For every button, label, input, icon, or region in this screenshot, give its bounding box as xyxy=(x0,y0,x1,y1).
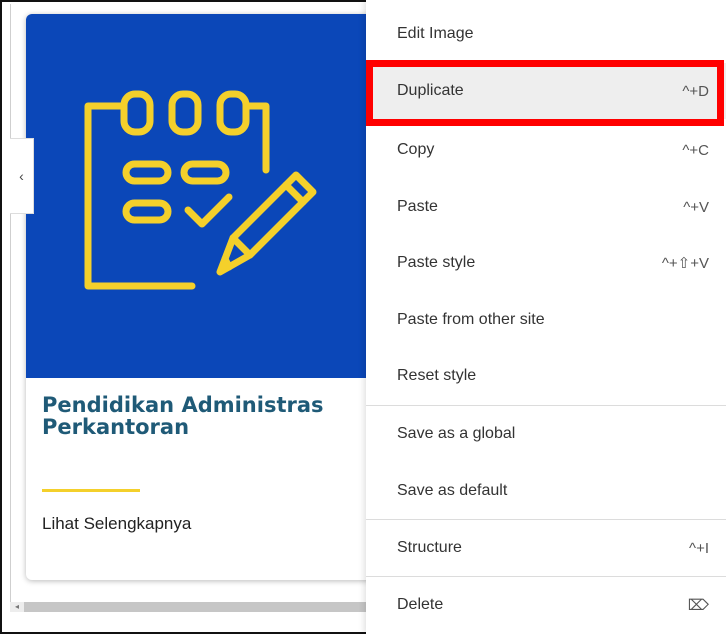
menu-item-label: Copy xyxy=(397,141,435,158)
menu-item-label: Paste from other site xyxy=(397,311,545,328)
horizontal-scrollbar[interactable] xyxy=(10,602,370,612)
chevron-left-icon: ‹ xyxy=(19,168,24,184)
menu-item-label: Save as default xyxy=(397,482,508,499)
menu-item-paste-from-other-site[interactable]: Paste from other site xyxy=(366,292,726,348)
delete-key-icon: ⌦ xyxy=(687,597,709,614)
menu-item-reset-style[interactable]: Reset style xyxy=(366,348,726,404)
menu-item-shortcut: ^+D xyxy=(682,82,709,100)
menu-item-label: Save as a global xyxy=(397,425,516,442)
menu-item-shortcut: ^+I xyxy=(689,539,709,557)
menu-item-paste[interactable]: Paste ^+V xyxy=(366,179,726,235)
menu-item-copy[interactable]: Copy ^+C xyxy=(366,122,726,178)
menu-item-label: Delete xyxy=(397,596,444,613)
menu-item-label: Reset style xyxy=(397,367,477,384)
menu-item-save-as-default[interactable]: Save as default xyxy=(366,463,726,519)
menu-item-structure[interactable]: Structure ^+I xyxy=(366,520,726,576)
menu-item-shortcut: ^+⇧+V xyxy=(661,255,709,272)
card-image[interactable] xyxy=(26,14,386,378)
menu-item-label: Paste style xyxy=(397,254,476,271)
menu-item-delete[interactable]: Delete ⌦ xyxy=(366,577,726,633)
menu-item-save-as-global[interactable]: Save as a global xyxy=(366,406,726,462)
image-box-card[interactable]: Pendidikan Administras Perkantoran Lihat… xyxy=(26,14,386,580)
menu-item-shortcut: ^+C xyxy=(682,141,709,159)
context-menu: Edit Image Duplicate ^+D Copy ^+C Paste … xyxy=(366,0,726,634)
scroll-left-arrow-icon[interactable]: ◂ xyxy=(10,602,24,612)
card-title-line-2: Perkantoran xyxy=(42,415,190,438)
menu-item-paste-style[interactable]: Paste style ^+⇧+V xyxy=(366,235,726,291)
see-more-link[interactable]: Lihat Selengkapnya xyxy=(42,514,191,534)
title-underline xyxy=(42,489,140,492)
menu-item-label: Edit Image xyxy=(397,25,474,42)
card-title-line-1: Pendidikan Administras xyxy=(42,394,324,417)
menu-item-label: Duplicate xyxy=(397,82,464,99)
menu-item-shortcut: ^+V xyxy=(683,198,709,216)
menu-item-duplicate[interactable]: Duplicate ^+D xyxy=(366,63,726,119)
checklist-pencil-icon xyxy=(26,14,386,378)
card-title: Pendidikan Administras Perkantoran xyxy=(42,394,386,438)
menu-item-label: Structure xyxy=(397,539,462,556)
menu-item-edit-image[interactable]: Edit Image xyxy=(366,6,726,62)
menu-item-label: Paste xyxy=(397,198,438,215)
panel-edge xyxy=(10,4,11,604)
collapse-panel-button[interactable]: ‹ xyxy=(10,138,34,214)
